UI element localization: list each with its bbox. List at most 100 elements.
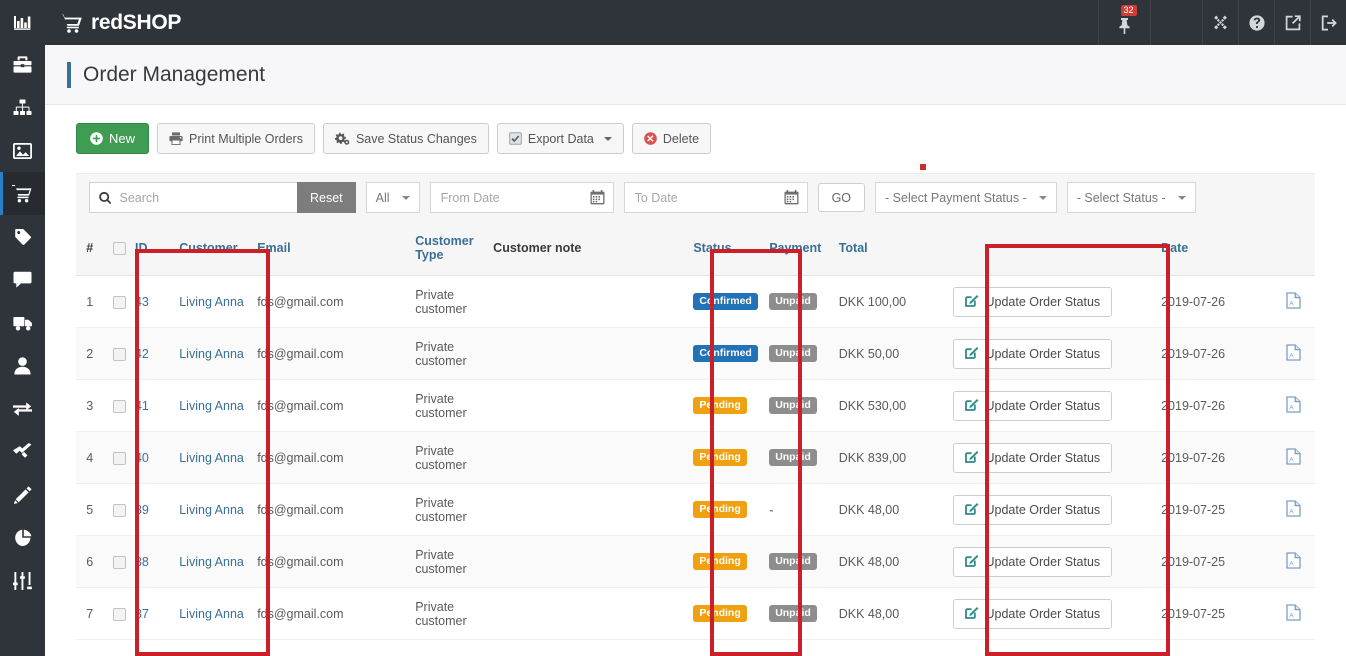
update-order-status-button[interactable]: Update Order Status (952, 494, 1113, 525)
pdf-download-icon[interactable]: A (1286, 343, 1302, 364)
row-select-cell[interactable] (103, 327, 135, 380)
update-order-status-button[interactable]: Update Order Status (952, 546, 1113, 577)
header-customer[interactable]: Customer (179, 221, 258, 276)
header-status[interactable]: Status (693, 221, 770, 276)
table-row[interactable]: 3 41 Living Anna fds@gmail.com Private custo… (76, 379, 1315, 432)
export-data-button[interactable]: Export Data (496, 123, 624, 154)
pdf-download-icon[interactable]: A (1286, 499, 1302, 520)
update-order-status-button[interactable]: Update Order Status (952, 286, 1113, 317)
update-order-status-button[interactable]: Update Order Status (952, 390, 1113, 421)
notifications-button[interactable]: 32 (1098, 0, 1150, 45)
row-customer[interactable]: Living Anna (179, 483, 258, 536)
pdf-download-icon[interactable]: A (1286, 291, 1302, 312)
pdf-download-icon[interactable]: A (1286, 551, 1302, 572)
brand-logo[interactable]: redSHOP (45, 11, 181, 35)
row-customer[interactable]: Living Anna (179, 535, 258, 588)
row-checkbox[interactable] (112, 451, 126, 465)
row-customer[interactable]: Living Anna (179, 275, 258, 328)
pdf-download-icon[interactable]: A (1286, 447, 1302, 468)
sidebar-item-dashboard[interactable] (0, 0, 45, 43)
sidebar-item-products[interactable] (0, 43, 45, 86)
sidebar-item-reports[interactable] (0, 516, 45, 559)
table-row[interactable]: 7 37 Living Anna fds@gmail.com Private custo… (76, 587, 1315, 640)
row-id[interactable]: 37 (134, 587, 180, 640)
row-customer[interactable]: Living Anna (179, 379, 258, 432)
table-row[interactable]: 4 40 Living Anna fds@gmail.com Private custo… (76, 431, 1315, 484)
header-payment[interactable]: Payment (769, 221, 839, 276)
row-pdf[interactable]: A (1272, 587, 1315, 640)
row-pdf[interactable]: A (1272, 327, 1315, 380)
order-status-select[interactable]: - Select Status - (1066, 182, 1196, 213)
new-button[interactable]: New (76, 123, 150, 154)
sidebar-item-configuration[interactable] (0, 559, 45, 602)
table-row[interactable]: 6 38 Living Anna fds@gmail.com Private custo… (76, 535, 1315, 588)
row-select-cell[interactable] (103, 587, 135, 640)
to-date-input[interactable]: To Date (623, 182, 808, 213)
payment-status-select[interactable]: - Select Payment Status - (875, 182, 1057, 213)
header-total[interactable]: Total (838, 221, 953, 276)
header-email[interactable]: Email (257, 221, 416, 276)
logout-button[interactable] (1310, 0, 1346, 45)
update-order-status-button[interactable]: Update Order Status (952, 598, 1113, 629)
row-select-cell[interactable] (103, 535, 135, 588)
row-pdf[interactable]: A (1272, 275, 1315, 328)
sidebar-item-discounts[interactable] (0, 215, 45, 258)
sidebar-item-shipping[interactable] (0, 301, 45, 344)
row-id[interactable]: 40 (134, 431, 180, 484)
pdf-download-icon[interactable]: A (1286, 603, 1302, 624)
row-id[interactable]: 41 (134, 379, 180, 432)
row-checkbox[interactable] (112, 503, 126, 517)
row-checkbox[interactable] (112, 607, 126, 621)
all-filter-select[interactable]: All (365, 182, 420, 213)
preview-site-button[interactable] (1274, 0, 1310, 45)
row-select-cell[interactable] (103, 275, 135, 328)
sidebar-item-exchange[interactable] (0, 387, 45, 430)
save-status-changes-button[interactable]: Save Status Changes (322, 123, 489, 154)
row-checkbox[interactable] (112, 399, 126, 413)
row-customer[interactable]: Living Anna (179, 431, 258, 484)
from-date-input[interactable]: From Date (429, 182, 614, 213)
row-checkbox[interactable] (112, 555, 126, 569)
sidebar-item-orders[interactable] (0, 172, 45, 215)
joomla-button[interactable] (1202, 0, 1238, 45)
select-all-checkbox[interactable] (112, 242, 126, 256)
go-button[interactable]: GO (817, 183, 866, 212)
row-id[interactable]: 42 (134, 327, 180, 380)
table-row[interactable]: 2 42 Living Anna fds@gmail.com Private custo… (76, 327, 1315, 380)
row-pdf[interactable]: A (1272, 535, 1315, 588)
header-customer-type[interactable]: Customer Type (415, 221, 494, 276)
table-row[interactable]: 1 43 Living Anna fds@gmail.com Private custo… (76, 275, 1315, 328)
row-id[interactable]: 38 (134, 535, 180, 588)
row-checkbox[interactable] (112, 347, 126, 361)
sidebar-item-users[interactable] (0, 344, 45, 387)
sidebar-item-reviews[interactable] (0, 258, 45, 301)
print-multiple-orders-button[interactable]: Print Multiple Orders (157, 123, 315, 154)
update-order-status-button[interactable]: Update Order Status (952, 442, 1113, 473)
reset-button[interactable]: Reset (297, 182, 356, 213)
table-row[interactable]: 5 39 Living Anna fds@gmail.com Private custo… (76, 483, 1315, 536)
row-checkbox[interactable] (112, 295, 126, 309)
help-button[interactable] (1238, 0, 1274, 45)
sidebar-item-tools[interactable] (0, 430, 45, 473)
delete-button[interactable]: Delete (631, 123, 712, 154)
row-id[interactable]: 43 (134, 275, 180, 328)
row-select-cell[interactable] (103, 379, 135, 432)
row-customer[interactable]: Living Anna (179, 587, 258, 640)
pdf-download-icon[interactable]: A (1286, 395, 1302, 416)
row-id[interactable]: 39 (134, 483, 180, 536)
sidebar-item-edit[interactable] (0, 473, 45, 516)
row-pdf[interactable]: A (1272, 431, 1315, 484)
search-box[interactable] (89, 182, 297, 213)
header-date[interactable]: Date (1161, 221, 1273, 276)
row-select-cell[interactable] (103, 483, 135, 536)
row-customer[interactable]: Living Anna (179, 327, 258, 380)
header-id[interactable]: ID (134, 221, 180, 276)
row-select-cell[interactable] (103, 431, 135, 484)
update-order-status-button[interactable]: Update Order Status (952, 338, 1113, 369)
search-input[interactable] (119, 190, 288, 205)
header-select-all[interactable] (103, 221, 135, 276)
sidebar-item-categories[interactable] (0, 86, 45, 129)
row-pdf[interactable]: A (1272, 483, 1315, 536)
row-pdf[interactable]: A (1272, 379, 1315, 432)
sidebar-item-media[interactable] (0, 129, 45, 172)
